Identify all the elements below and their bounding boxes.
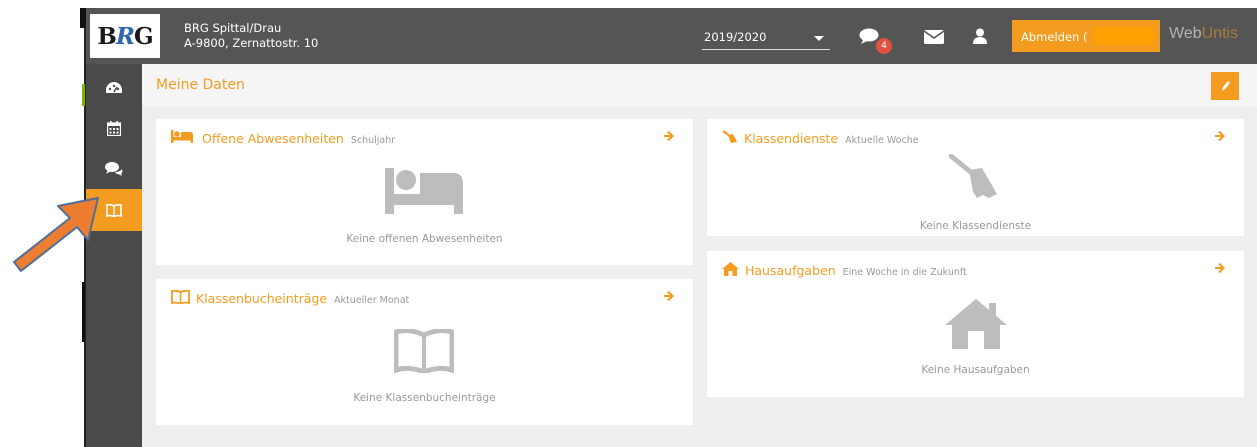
sidebar-item-calendar[interactable] (86, 107, 142, 149)
calendar-icon (107, 120, 121, 136)
chat-icon (105, 161, 123, 176)
sidebar-item-classbook[interactable] (86, 189, 142, 231)
school-logo[interactable]: BRG (90, 14, 160, 58)
sidebar (86, 64, 142, 447)
pencil-icon (1222, 81, 1230, 91)
card-classbook-empty: Keine Klassenbucheinträge (353, 392, 496, 404)
card-homework-title-text: Hausaufgaben (745, 263, 836, 278)
card-classbook-title-text: Klassenbucheinträge (196, 291, 328, 306)
dashboard-icon (106, 82, 122, 93)
card-absences-title-text: Offene Abwesenheiten (202, 131, 344, 146)
card-absences-empty: Keine offenen Abwesenheiten (346, 233, 503, 245)
card-homework-empty: Keine Hausaufgaben (921, 364, 1030, 376)
book-icon (171, 290, 190, 304)
school-name: BRG Spittal/Drau (184, 21, 282, 35)
house-icon (722, 262, 739, 276)
arrow-right-icon[interactable] (1214, 130, 1226, 142)
message-count-badge: 4 (876, 38, 892, 54)
user-icon[interactable] (973, 28, 987, 44)
arrow-right-icon[interactable] (663, 290, 675, 302)
bed-icon (171, 130, 193, 143)
card-homework-subtitle: Eine Woche in die Zukunft (842, 267, 967, 278)
card-duties-empty: Keine Klassendienste (919, 220, 1032, 232)
cropped-background (0, 0, 86, 447)
arrow-right-icon[interactable] (663, 130, 675, 142)
webuntis-logo: WebUntis (1169, 25, 1238, 43)
page-title: Meine Daten (156, 77, 245, 93)
card-duties-title-text: Klassendienste (744, 131, 839, 146)
page-header: Meine Daten (142, 64, 1257, 106)
card-homework: Hausaufgaben Eine Woche in die Zukunft Ke… (707, 251, 1244, 397)
card-absences-subtitle: Schuljahr (350, 135, 396, 146)
card-classbook-subtitle: Aktueller Monat (334, 295, 410, 306)
redacted-username (1094, 27, 1154, 45)
logout-label: Abmelden ( (1021, 30, 1088, 44)
arrow-right-icon[interactable] (1214, 262, 1226, 274)
sidebar-item-messages[interactable] (86, 147, 142, 189)
school-year-select[interactable]: 2019/2020 (702, 24, 830, 50)
card-duties-title[interactable]: Klassendienste Aktuelle Woche (744, 131, 919, 146)
school-address: A-9800, Zernattostr. 10 (184, 36, 319, 50)
card-absences: Offene Abwesenheiten Schuljahr Keine offe… (156, 119, 693, 265)
mail-icon[interactable] (924, 30, 944, 44)
top-bar: BRG BRG Spittal/Drau A-9800, Zernattostr… (86, 8, 1257, 64)
main-content: Meine Daten Offene Abwesenheiten Schuljah… (142, 64, 1257, 447)
card-duties: Klassendienste Aktuelle Woche Keine Klass… (707, 119, 1244, 236)
card-duties-subtitle: Aktuelle Woche (845, 135, 919, 146)
card-absences-title[interactable]: Offene Abwesenheiten Schuljahr (202, 131, 395, 146)
book-icon (106, 203, 122, 217)
chevron-down-icon (814, 36, 824, 41)
bed-icon (385, 168, 463, 214)
sidebar-item-dashboard[interactable] (86, 68, 142, 110)
book-icon (394, 329, 454, 373)
broom-icon (722, 130, 737, 143)
house-icon (945, 299, 1007, 349)
broom-icon (949, 154, 997, 198)
logout-button[interactable]: Abmelden ( (1012, 20, 1160, 52)
school-info: BRG Spittal/Drau A-9800, Zernattostr. 10 (184, 21, 318, 51)
edit-button[interactable] (1211, 72, 1239, 100)
card-classbook-title[interactable]: Klassenbucheinträge Aktueller Monat (196, 291, 409, 306)
card-homework-title[interactable]: Hausaufgaben Eine Woche in die Zukunft (745, 263, 967, 278)
brand-untis: Untis (1201, 25, 1239, 42)
screen: { "header": { "school_name": "BRG Spitta… (0, 0, 1257, 447)
brand-web: Web (1169, 25, 1202, 42)
school-year-value: 2019/2020 (704, 30, 767, 44)
card-classbook: Klassenbucheinträge Aktueller Monat Keine… (156, 279, 693, 425)
